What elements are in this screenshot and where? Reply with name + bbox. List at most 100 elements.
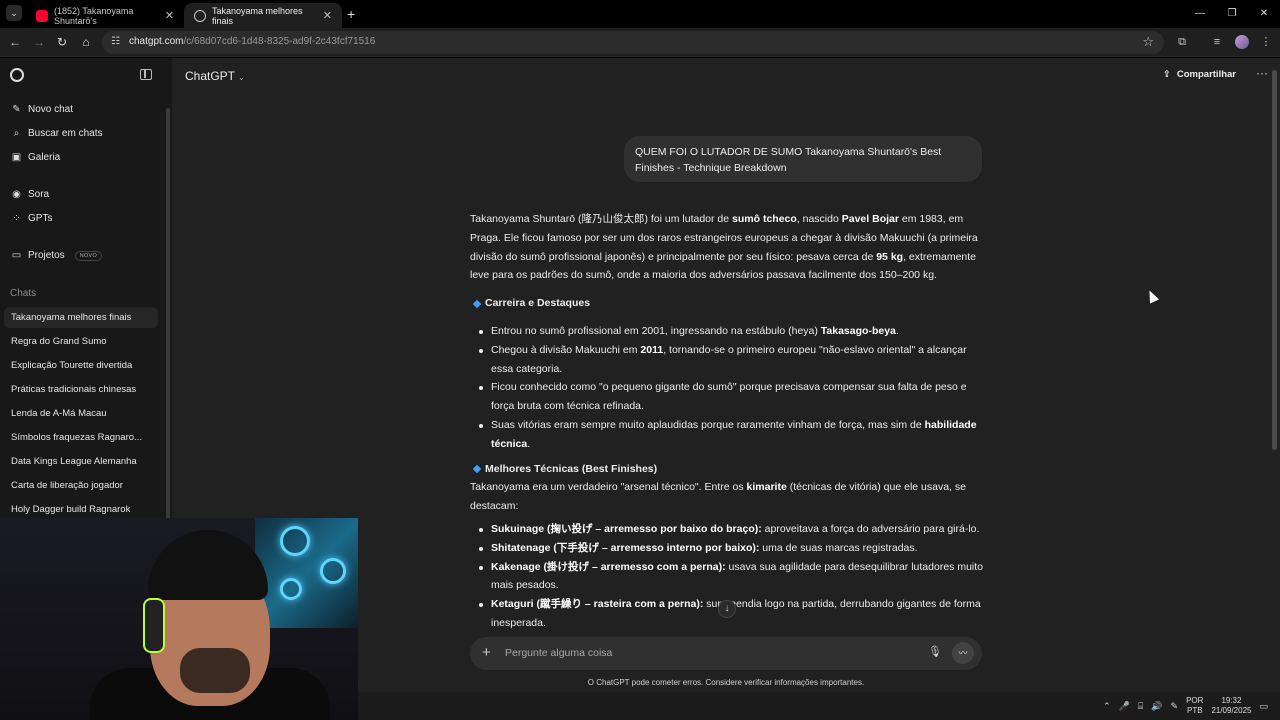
- plus-icon[interactable]: +: [482, 644, 491, 661]
- site-info-icon[interactable]: ☷: [111, 36, 120, 47]
- close-window-button[interactable]: ✕: [1248, 0, 1280, 28]
- streamer-cap: [148, 530, 268, 600]
- youtube-icon: [36, 9, 48, 22]
- sidebar-item-new-chat[interactable]: ✎ Novo chat: [11, 104, 73, 115]
- chatgpt-favicon-icon: [194, 9, 206, 22]
- browser-tab-youtube[interactable]: (1852) Takanoyama Shuntarō's ✕: [26, 3, 184, 28]
- list-item: Sukuinage (掬い投げ – arremesso por baixo do…: [479, 520, 984, 539]
- list-item: Kakenage (掛け投げ – arremesso com a perna):…: [479, 558, 984, 596]
- close-icon[interactable]: ✕: [323, 9, 332, 22]
- sidebar-item-gpts[interactable]: ⁘ GPTs: [11, 213, 52, 224]
- volume-icon[interactable]: 🔊: [1151, 701, 1162, 712]
- forward-button[interactable]: →: [31, 34, 47, 50]
- back-button[interactable]: ←: [7, 34, 23, 50]
- pen-icon[interactable]: ✎: [1171, 701, 1179, 712]
- sidebar-chat-item[interactable]: Símbolos fraquezas Ragnaro...: [4, 427, 158, 448]
- sidebar-chat-item[interactable]: Takanoyama melhores finais: [4, 307, 158, 328]
- assistant-message: Takanoyama Shuntarō (隆乃山俊太郎) foi um luta…: [470, 210, 984, 637]
- system-tray: ⌃ 🎤 ⌸ 🔊 ✎ POR PTB 19:32 21/09/2025 ▭: [1103, 692, 1280, 720]
- sidebar-item-label: Sora: [28, 189, 50, 200]
- scroll-down-button[interactable]: ↓: [718, 600, 736, 618]
- composer: + 🎙 〰: [470, 637, 982, 670]
- notifications-icon[interactable]: ▭: [1259, 701, 1268, 712]
- windows-taskbar: ⌃ 🎤 ⌸ 🔊 ✎ POR PTB 19:32 21/09/2025 ▭: [358, 692, 1280, 720]
- url-text[interactable]: chatgpt.com/c/68d07cd6-1d48-8325-ad9f-2c…: [129, 36, 375, 47]
- browser-menu-icon[interactable]: ⋮: [1258, 34, 1274, 50]
- career-list: Entrou no sumô profissional em 2001, ing…: [470, 322, 984, 454]
- home-button[interactable]: ⌂: [78, 34, 94, 50]
- profile-avatar[interactable]: [1235, 35, 1249, 49]
- more-options-icon[interactable]: ···: [1256, 66, 1268, 80]
- reload-button[interactable]: ↻: [54, 34, 70, 50]
- webcam-overlay: [0, 518, 358, 720]
- sidebar-item-label: Galeria: [28, 152, 61, 163]
- list-item: Shitatenage (下手投げ – arremesso interno po…: [479, 539, 984, 558]
- language-indicator[interactable]: POR PTB: [1186, 696, 1203, 716]
- clock[interactable]: 19:32 21/09/2025: [1211, 696, 1251, 716]
- sidebar-scrollbar[interactable]: [166, 108, 170, 528]
- user-message: QUEM FOI O LUTADOR DE SUMO Takanoyama Sh…: [624, 136, 982, 182]
- model-selector[interactable]: ChatGPT ⌄: [185, 69, 245, 83]
- sidebar-chat-item[interactable]: Carta de liberação jogador: [4, 475, 158, 496]
- browser-tab-chatgpt[interactable]: Takanoyama melhores finais ✕: [184, 3, 342, 28]
- window-controls: — ❐ ✕: [1184, 0, 1280, 28]
- share-icon: ⇪: [1162, 69, 1171, 80]
- list-item: Entrou no sumô profissional em 2001, ing…: [479, 322, 984, 341]
- streamer-beard: [180, 648, 250, 693]
- edit-icon: ✎: [12, 104, 21, 115]
- search-icon: ⌕: [13, 128, 20, 139]
- chat-scrollbar[interactable]: [1272, 70, 1277, 450]
- new-badge: NOVO: [74, 250, 103, 261]
- sidebar-item-search[interactable]: ⌕ Buscar em chats: [11, 128, 103, 139]
- chevron-up-icon[interactable]: ⌃: [1103, 701, 1111, 712]
- headset-icon: [143, 598, 165, 653]
- microphone-tray-icon[interactable]: 🎤: [1119, 701, 1130, 712]
- voice-mode-button[interactable]: 〰: [952, 642, 974, 664]
- address-bar[interactable]: ☷ chatgpt.com/c/68d07cd6-1d48-8325-ad9f-…: [102, 31, 1164, 54]
- media-control-icon[interactable]: ≡: [1209, 34, 1225, 50]
- browser-toolbar: ← → ↻ ⌂ ☷ chatgpt.com/c/68d07cd6-1d48-83…: [0, 28, 1280, 57]
- chats-section-title: Chats: [10, 288, 37, 299]
- prompt-input[interactable]: [505, 644, 885, 662]
- rgb-fan-icon: [280, 526, 310, 556]
- close-icon[interactable]: ✕: [165, 9, 174, 22]
- sidebar-chat-item[interactable]: Regra do Grand Sumo: [4, 331, 158, 352]
- browser-tabstrip: ⌄ (1852) Takanoyama Shuntarō's ✕ Takanoy…: [0, 0, 1280, 28]
- minimize-button[interactable]: —: [1184, 0, 1216, 28]
- sidebar-chat-item[interactable]: Explicação Tourette divertida: [4, 355, 158, 376]
- share-label: Compartilhar: [1176, 69, 1236, 80]
- sidebar-item-gallery[interactable]: ▣ Galeria: [11, 152, 60, 163]
- bookmark-star-icon[interactable]: ☆: [1142, 34, 1154, 50]
- sidebar-item-projects[interactable]: ▭ Projetos NOVO: [11, 250, 103, 261]
- intro-paragraph: Takanoyama Shuntarō (隆乃山俊太郎) foi um luta…: [470, 213, 978, 282]
- sidebar-item-sora[interactable]: ◉ Sora: [11, 189, 49, 200]
- openai-logo-icon[interactable]: [10, 68, 24, 82]
- sidebar-item-label: GPTs: [28, 213, 53, 224]
- network-icon[interactable]: ⌸: [1138, 701, 1143, 712]
- tab-title: Takanoyama melhores finais: [212, 5, 303, 26]
- sidebar-chat-item[interactable]: Práticas tradicionais chinesas: [4, 379, 158, 400]
- section-heading: Melhores Técnicas (Best Finishes): [472, 460, 984, 479]
- sidebar-chat-item[interactable]: Lenda de A-Má Macau: [4, 403, 158, 424]
- sidebar-item-label: Novo chat: [28, 104, 74, 115]
- image-icon: ▣: [11, 152, 22, 163]
- sidebar-toggle-icon[interactable]: [140, 69, 152, 80]
- sidebar-chat-item[interactable]: Data Kings League Alemanha: [4, 451, 158, 472]
- disclaimer-text: O ChatGPT pode cometer erros. Considere …: [587, 678, 865, 687]
- diamond-icon: [472, 299, 482, 308]
- sora-icon: ◉: [12, 189, 21, 200]
- new-tab-button[interactable]: +: [347, 6, 355, 22]
- grid-icon: ⁘: [12, 213, 21, 224]
- sidebar-chat-item[interactable]: Holy Dagger build Ragnarok: [4, 499, 158, 520]
- tab-search-button[interactable]: ⌄: [6, 5, 22, 21]
- extensions-icon[interactable]: ⧉: [1174, 34, 1190, 50]
- microphone-icon[interactable]: 🎙: [928, 645, 942, 658]
- techniques-intro: Takanoyama era um verdadeiro "arsenal té…: [470, 481, 966, 513]
- list-item: Chegou à divisão Makuuchi em 2011, torna…: [479, 341, 984, 379]
- restore-button[interactable]: ❐: [1216, 0, 1248, 28]
- model-name: ChatGPT: [185, 69, 236, 83]
- share-button[interactable]: ⇪ Compartilhar: [1163, 69, 1236, 80]
- section-heading: Carreira e Destaques: [472, 294, 984, 313]
- list-item: Ketaguri (蹴手繰り – rasteira com a perna): …: [479, 595, 984, 633]
- list-item: Suas vitórias eram sempre muito aplaudid…: [479, 416, 984, 454]
